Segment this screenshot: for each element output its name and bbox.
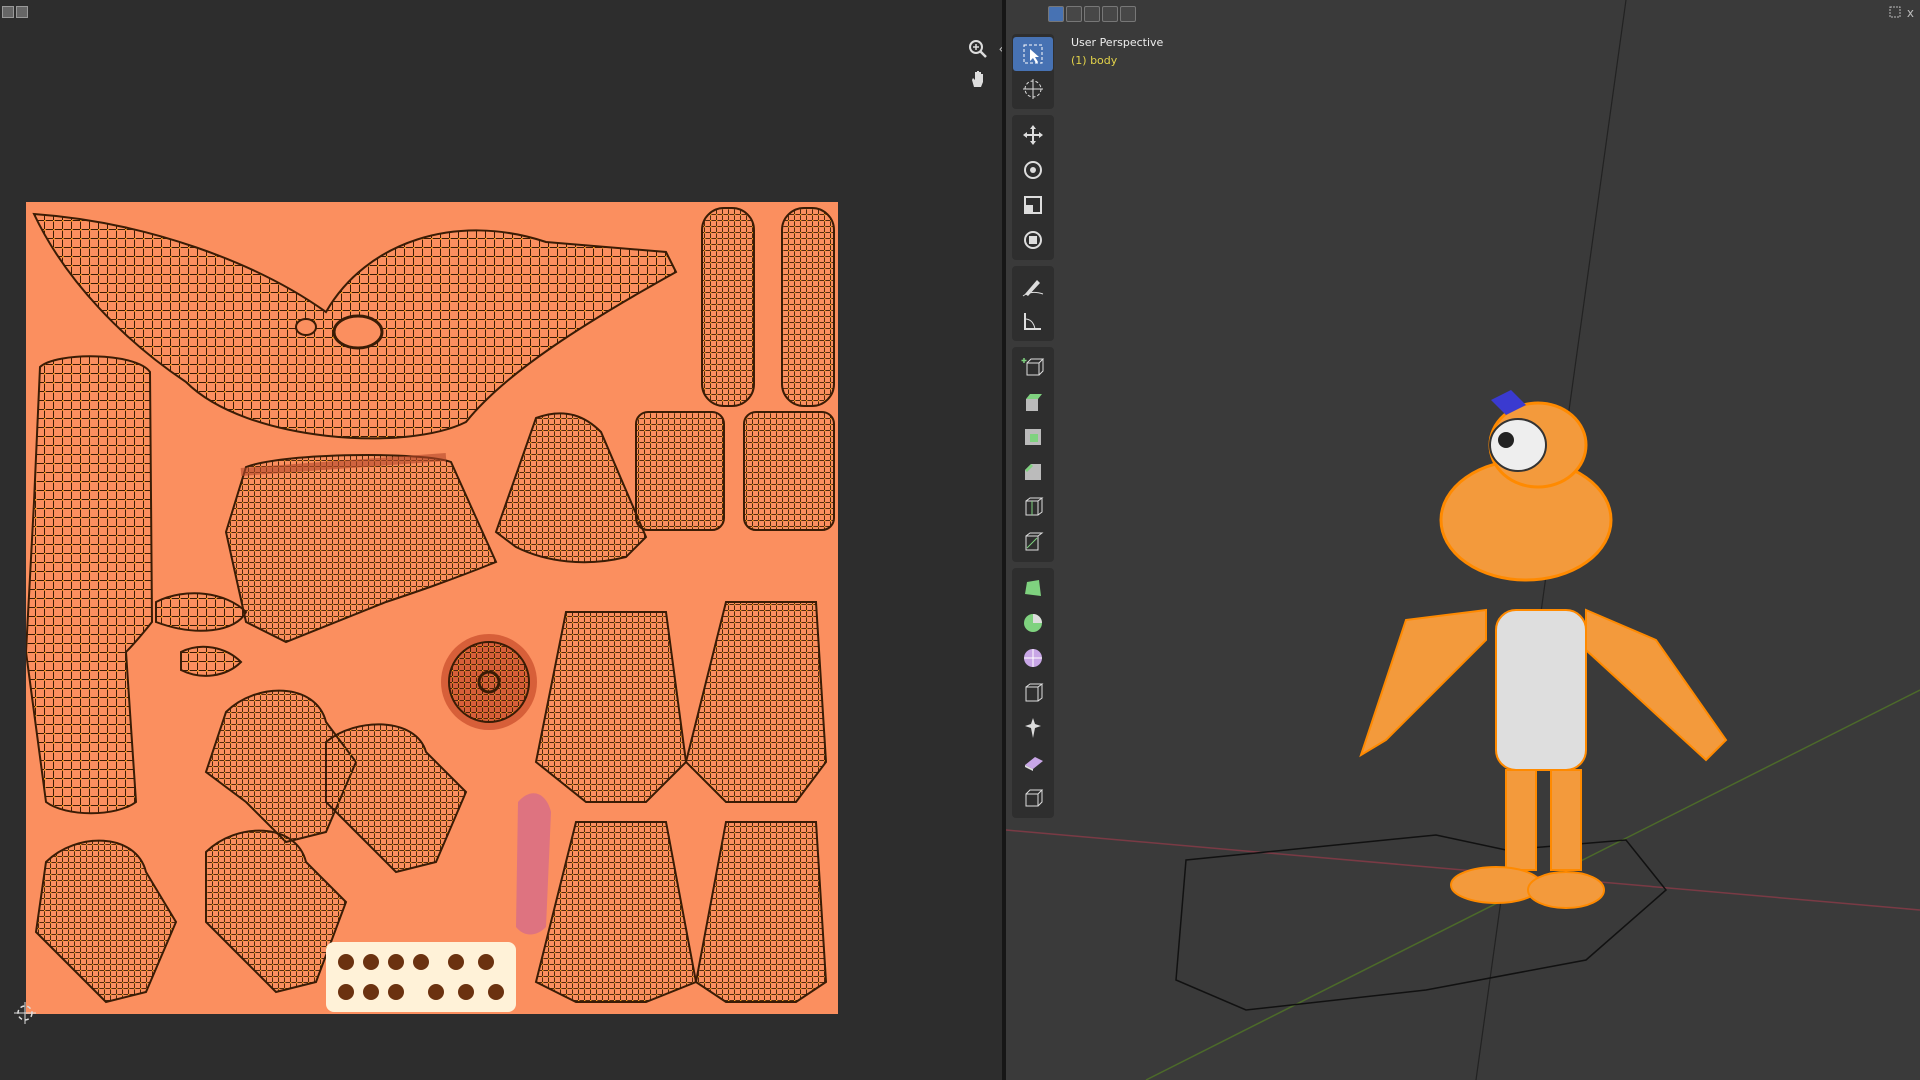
- scene-geometry: [1006, 0, 1920, 1080]
- move-icon[interactable]: [1013, 118, 1053, 152]
- editor-mode-button[interactable]: [16, 6, 28, 18]
- uv-islands: [26, 207, 835, 1012]
- tool-group-mesh: [1012, 568, 1054, 818]
- select-mode-invert[interactable]: [1102, 6, 1118, 22]
- tool-group-annotate: [1012, 266, 1054, 341]
- spin-icon[interactable]: [1013, 606, 1053, 640]
- uv-image-canvas[interactable]: [26, 202, 838, 1014]
- rip-icon[interactable]: [1013, 781, 1053, 815]
- annotate-icon[interactable]: [1013, 269, 1053, 303]
- tool-group-transform: [1012, 115, 1054, 260]
- select-mode-intersect[interactable]: [1120, 6, 1136, 22]
- loop-cut-icon[interactable]: [1013, 490, 1053, 524]
- measure-icon[interactable]: [1013, 304, 1053, 338]
- maximize-area-icon[interactable]: [1889, 6, 1901, 21]
- shear-icon[interactable]: [1013, 746, 1053, 780]
- uv-editor[interactable]: ‹: [0, 0, 1003, 1080]
- view-name-label: User Perspective: [1071, 36, 1164, 49]
- select-mode-subtract[interactable]: [1084, 6, 1100, 22]
- bevel-icon[interactable]: [1013, 455, 1053, 489]
- extrude-icon[interactable]: [1013, 385, 1053, 419]
- area-controls: x: [1889, 6, 1914, 21]
- cursor-icon[interactable]: [1013, 72, 1053, 106]
- 2d-cursor-icon[interactable]: [14, 1002, 36, 1024]
- active-object-label: (1) body: [1071, 54, 1118, 67]
- character-body: [1359, 390, 1728, 909]
- scale-icon[interactable]: [1013, 188, 1053, 222]
- select-mode-extend[interactable]: [1066, 6, 1082, 22]
- shrink-icon[interactable]: [1013, 711, 1053, 745]
- tool-group-edit: [1012, 347, 1054, 562]
- add-cube-icon[interactable]: [1013, 350, 1053, 384]
- select-mode-new[interactable]: [1048, 6, 1064, 22]
- inset-icon[interactable]: [1013, 420, 1053, 454]
- knife-icon[interactable]: [1013, 525, 1053, 559]
- edge-slide-icon[interactable]: [1013, 676, 1053, 710]
- editor-type-buttons[interactable]: [2, 6, 28, 18]
- poly-build-icon[interactable]: [1013, 571, 1053, 605]
- editor-type-button[interactable]: [2, 6, 14, 18]
- smooth-icon[interactable]: [1013, 641, 1053, 675]
- tool-group-select: [1012, 34, 1054, 109]
- hand-pan-icon[interactable]: [965, 66, 991, 92]
- close-area-button[interactable]: x: [1907, 6, 1914, 21]
- select-mode-buttons[interactable]: [1048, 6, 1136, 22]
- transform-icon[interactable]: [1013, 223, 1053, 257]
- toolbar: [1012, 34, 1054, 824]
- rotate-icon[interactable]: [1013, 153, 1053, 187]
- select-box-icon[interactable]: [1013, 37, 1053, 71]
